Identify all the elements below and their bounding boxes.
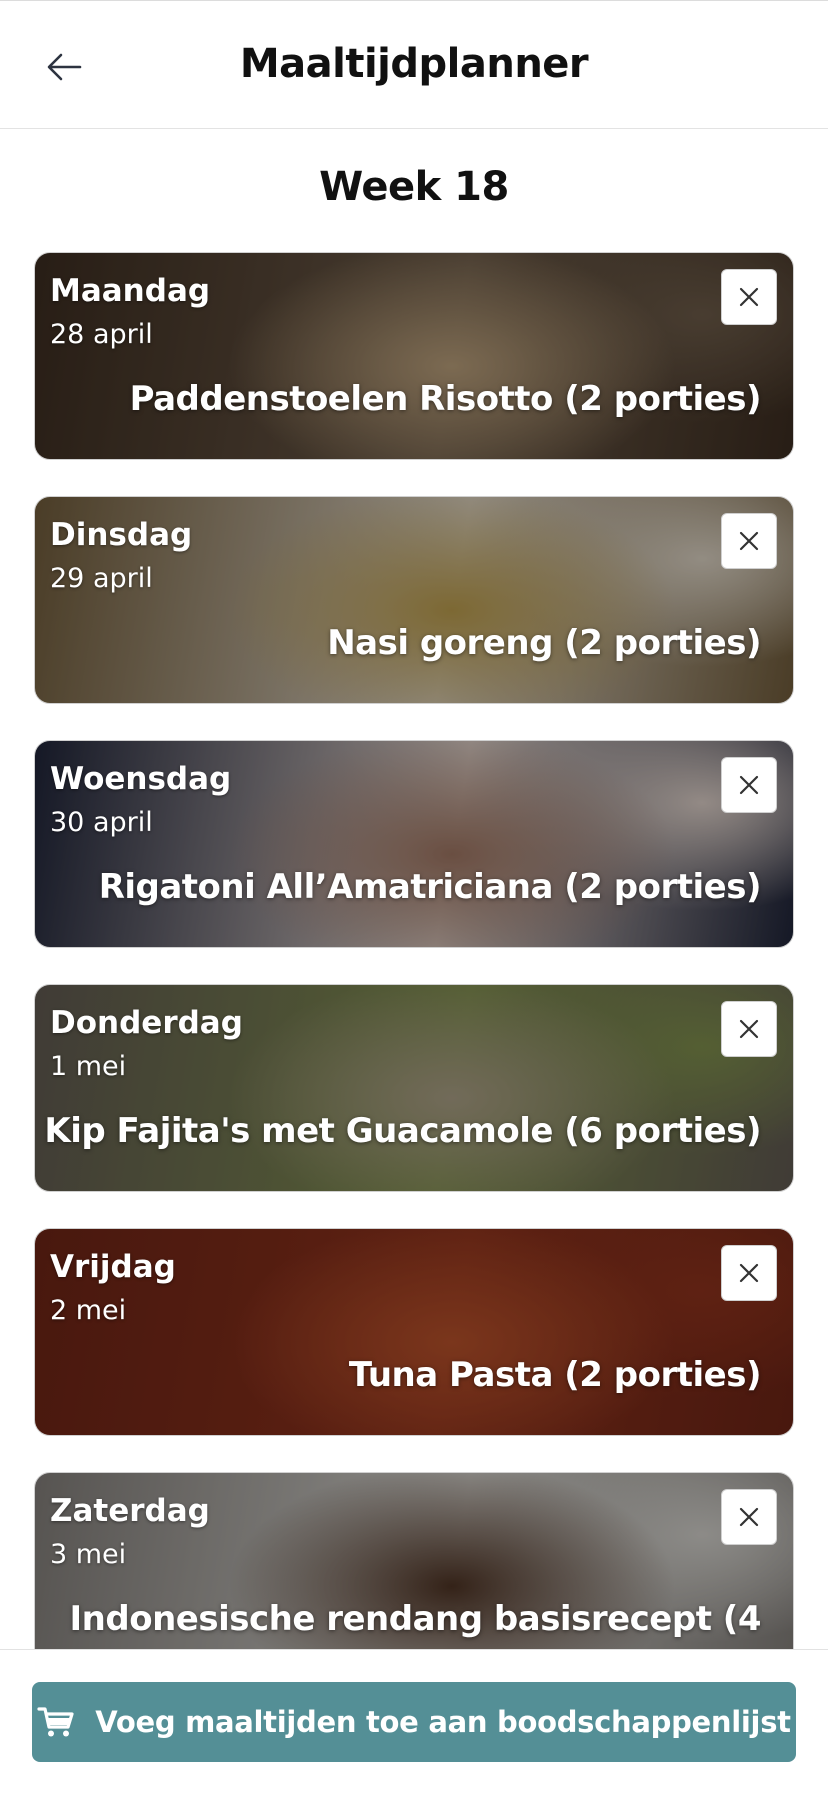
meal-day-list: Maandag 28 april Paddenstoelen Risotto (2 … — [34, 252, 794, 1716]
day-date: 3 mei — [50, 1539, 127, 1570]
day-name: Maandag — [50, 273, 211, 309]
meal-title: Kip Fajita's met Guacamole (6 porties) — [44, 1111, 761, 1151]
day-name: Donderdag — [50, 1005, 243, 1041]
remove-meal-button[interactable] — [721, 757, 777, 813]
remove-meal-button[interactable] — [721, 513, 777, 569]
day-date: 2 mei — [50, 1295, 127, 1326]
meal-title: Rigatoni All’Amatriciana (2 porties) — [98, 867, 762, 907]
close-icon — [738, 774, 760, 796]
day-name: Zaterdag — [50, 1493, 210, 1529]
meal-card[interactable]: Vrijdag 2 mei Tuna Pasta (2 porties) — [34, 1228, 794, 1436]
day-date: 1 mei — [50, 1051, 127, 1082]
close-icon — [738, 1018, 760, 1040]
meal-card[interactable]: Dinsdag 29 april Nasi goreng (2 porties) — [34, 496, 794, 704]
close-icon — [738, 1506, 760, 1528]
add-to-shopping-list-button[interactable]: Voeg maaltijden toe aan boodschappenlijs… — [32, 1682, 796, 1762]
remove-meal-button[interactable] — [721, 269, 777, 325]
close-icon — [738, 1262, 760, 1284]
close-icon — [738, 530, 760, 552]
day-date: 29 april — [50, 563, 153, 594]
remove-meal-button[interactable] — [721, 1245, 777, 1301]
meal-title: Paddenstoelen Risotto (2 porties) — [129, 379, 762, 419]
day-name: Dinsdag — [50, 517, 193, 553]
week-title: Week 18 — [319, 164, 509, 210]
bottom-action-bar: Voeg maaltijden toe aan boodschappenlijs… — [0, 1649, 828, 1794]
close-icon — [738, 286, 760, 308]
meal-card[interactable]: Donderdag 1 mei Kip Fajita's met Guacamole… — [34, 984, 794, 1192]
day-date: 28 april — [50, 319, 153, 350]
meal-card[interactable]: Woensdag 30 april Rigatoni All’Amatriciana… — [34, 740, 794, 948]
meal-title: Indonesische rendang basisrecept (4 — [69, 1599, 762, 1639]
cart-icon — [37, 1707, 74, 1737]
meal-title: Nasi goreng (2 porties) — [327, 623, 761, 663]
meal-card[interactable]: Maandag 28 april Paddenstoelen Risotto (2 … — [34, 252, 794, 460]
day-name: Vrijdag — [50, 1249, 176, 1285]
day-date: 30 april — [50, 807, 153, 838]
meal-title: Tuna Pasta (2 porties) — [348, 1355, 762, 1395]
remove-meal-button[interactable] — [721, 1489, 777, 1545]
top-app-bar: Maaltijdplanner — [0, 0, 828, 129]
add-to-shopping-list-label: Voeg maaltijden toe aan boodschappenlijs… — [95, 1705, 791, 1739]
remove-meal-button[interactable] — [721, 1001, 777, 1057]
day-name: Woensdag — [50, 761, 232, 797]
meal-planner-screen: Maaltijdplanner Week 18 Maandag 28 april P… — [0, 0, 828, 1794]
page-title: Maaltijdplanner — [239, 41, 589, 87]
